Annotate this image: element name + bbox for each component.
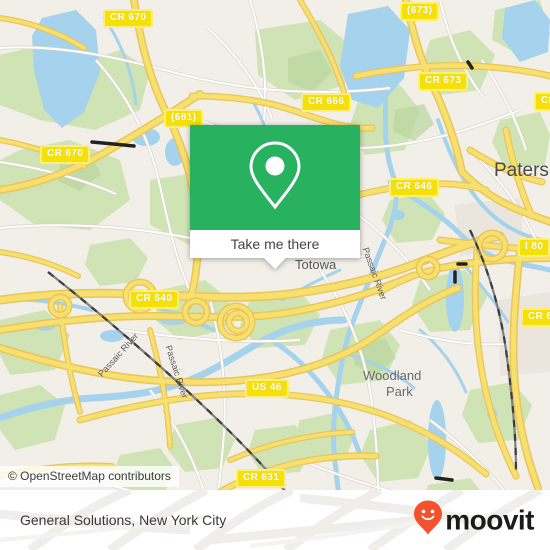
road-shield: CR 673 <box>418 72 469 91</box>
road-shield: CR 6 <box>521 308 550 327</box>
bottom-info-bar: General Solutions, New York City moovit <box>0 490 550 550</box>
moovit-wordmark: moovit <box>445 504 534 535</box>
road-shield: CR 666 <box>301 93 352 112</box>
location-popup[interactable]: Take me there <box>190 125 360 269</box>
popup-footer[interactable]: Take me there <box>190 230 360 269</box>
road-shield: (673) <box>400 2 440 21</box>
location-title: General Solutions, New York City <box>20 512 227 528</box>
take-me-there-label: Take me there <box>230 236 320 252</box>
map-screenshot: CR 670 (673) CR 673 CR 666 (681) CR 670 … <box>0 0 550 550</box>
map-canvas[interactable]: CR 670 (673) CR 673 CR 666 (681) CR 670 … <box>0 0 550 550</box>
road-shield: CR 631 <box>236 469 287 488</box>
popup-header <box>190 125 360 230</box>
road-shield: CR <box>534 92 550 111</box>
road-shield: US 46 <box>245 379 289 398</box>
road-shield: CR 670 <box>103 9 154 28</box>
map-pin-icon <box>246 139 304 216</box>
road-shield: CR 640 <box>129 290 180 309</box>
osm-attribution[interactable]: © OpenStreetMap contributors <box>0 466 179 487</box>
road-shield: CR 646 <box>389 178 440 197</box>
road-shield: CR 670 <box>40 145 91 164</box>
moovit-pin-icon <box>413 500 443 541</box>
popup-tail <box>264 258 286 269</box>
road-shield: I 80 <box>518 238 550 257</box>
moovit-logo: moovit <box>413 500 534 541</box>
